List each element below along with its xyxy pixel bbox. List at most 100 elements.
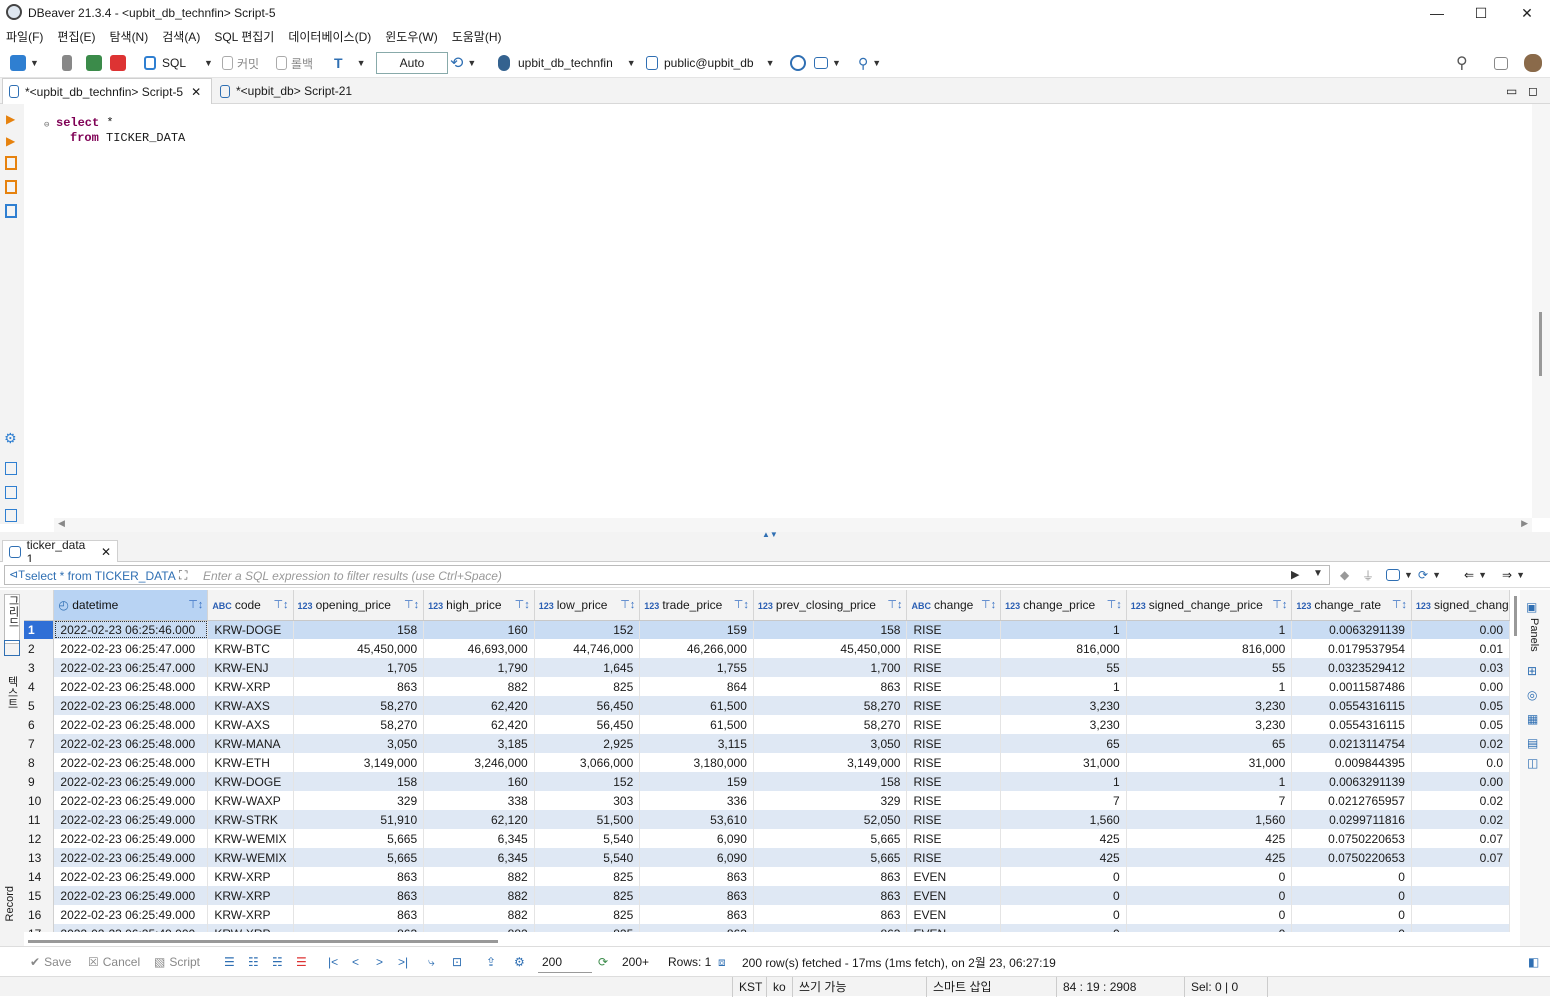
- metadata-panel-icon[interactable]: ◎: [1527, 688, 1537, 702]
- table-cell[interactable]: 0.0213114754: [1291, 734, 1412, 753]
- disconnect-button[interactable]: [110, 48, 126, 78]
- table-cell[interactable]: 0.03: [1411, 658, 1510, 677]
- table-cell[interactable]: 0.0554316115: [1291, 715, 1412, 734]
- table-cell[interactable]: 6,345: [423, 848, 535, 867]
- table-cell[interactable]: RISE: [906, 734, 1002, 753]
- table-cell[interactable]: [1411, 924, 1510, 932]
- last-page-button[interactable]: >|: [398, 947, 408, 977]
- fetch-settings-button[interactable]: ⚙: [514, 947, 525, 977]
- first-page-button[interactable]: |<: [328, 947, 338, 977]
- grid-horizontal-scrollbar[interactable]: [24, 932, 1510, 946]
- row-number[interactable]: 6: [24, 715, 55, 734]
- text-view-tab[interactable]: 텍스트: [4, 676, 20, 736]
- table-row[interactable]: 172022-02-23 06:25:49.000KRW-XRP86388282…: [24, 924, 1510, 932]
- maximize-editor-button[interactable]: ◻: [1522, 78, 1544, 104]
- filter-sort-icon[interactable]: ⊤↕: [1272, 598, 1287, 611]
- table-cell[interactable]: 0.07: [1411, 829, 1510, 848]
- table-cell[interactable]: 882: [423, 886, 535, 905]
- table-row[interactable]: 4 2022-02-23 06:25:48.000 KRW-XRP 863 882 825…: [24, 677, 1510, 696]
- table-cell[interactable]: 58,270: [753, 696, 908, 715]
- table-cell[interactable]: 58,270: [753, 715, 908, 734]
- table-cell[interactable]: 0.01: [1411, 639, 1510, 658]
- table-cell[interactable]: 159: [639, 620, 754, 639]
- table-cell[interactable]: 44,746,000: [534, 639, 641, 658]
- global-search-button[interactable]: ⚲: [1456, 48, 1468, 78]
- column-header-datetime[interactable]: ◴ datetime ⊤↕: [53, 590, 209, 621]
- erase-filter-button[interactable]: ◆: [1340, 562, 1349, 588]
- table-cell[interactable]: 2022-02-23 06:25:49.000: [53, 772, 209, 791]
- table-row[interactable]: 3 2022-02-23 06:25:47.000 KRW-ENJ 1,705 1,79…: [24, 658, 1510, 677]
- table-cell[interactable]: 425: [1000, 829, 1127, 848]
- table-cell[interactable]: 2022-02-23 06:25:49.000: [53, 867, 209, 886]
- fetch-more-button[interactable]: 200+: [622, 947, 649, 977]
- table-cell[interactable]: 158: [293, 620, 425, 639]
- table-cell[interactable]: 31,000: [1000, 753, 1127, 772]
- table-cell[interactable]: 3,230: [1126, 696, 1293, 715]
- table-cell[interactable]: KRW-ETH: [207, 753, 294, 772]
- table-cell[interactable]: RISE: [906, 810, 1002, 829]
- table-cell[interactable]: [1411, 867, 1510, 886]
- close-icon[interactable]: ✕: [101, 545, 111, 559]
- settings-gear-icon[interactable]: ⚙: [4, 430, 17, 447]
- table-cell[interactable]: 863: [753, 677, 908, 696]
- table-cell[interactable]: 2022-02-23 06:25:49.000: [53, 791, 209, 810]
- tools-button[interactable]: ▼: [814, 48, 841, 78]
- script-button[interactable]: ▧ Script: [154, 947, 200, 977]
- table-cell[interactable]: 863: [639, 886, 754, 905]
- table-cell[interactable]: 2022-02-23 06:25:48.000: [53, 753, 209, 772]
- table-cell[interactable]: KRW-MANA: [207, 734, 294, 753]
- table-cell[interactable]: 863: [293, 886, 425, 905]
- table-cell[interactable]: 5,540: [534, 848, 641, 867]
- rollback-button[interactable]: 롤백: [276, 48, 313, 78]
- table-cell[interactable]: RISE: [906, 791, 1002, 810]
- editor-horizontal-scrollbar[interactable]: ◀ ▶: [54, 518, 1532, 532]
- table-cell[interactable]: 2022-02-23 06:25:49.000: [53, 848, 209, 867]
- table-cell[interactable]: 62,420: [423, 696, 535, 715]
- filter-sort-icon[interactable]: ⊤↕: [1392, 598, 1407, 611]
- table-cell[interactable]: 825: [534, 867, 641, 886]
- table-cell[interactable]: KRW-XRP: [207, 867, 294, 886]
- table-cell[interactable]: 65: [1000, 734, 1127, 753]
- table-row[interactable]: 15 2022-02-23 06:25:49.000 KRW-XRP 863 882 82…: [24, 886, 1510, 905]
- table-cell[interactable]: 2022-02-23 06:25:48.000: [53, 696, 209, 715]
- table-cell[interactable]: 31,000: [1126, 753, 1293, 772]
- table-cell[interactable]: 6,345: [423, 829, 535, 848]
- table-cell[interactable]: 58,270: [293, 696, 425, 715]
- table-cell[interactable]: KRW-AXS: [207, 696, 294, 715]
- table-cell[interactable]: 1: [1000, 620, 1127, 639]
- row-number[interactable]: 16: [24, 905, 55, 924]
- table-cell[interactable]: 336: [639, 791, 754, 810]
- row-number[interactable]: 2: [24, 639, 55, 658]
- table-cell[interactable]: 0.05: [1411, 696, 1510, 715]
- grid-vertical-scrollbar[interactable]: [1510, 590, 1520, 946]
- table-cell[interactable]: 158: [753, 620, 908, 639]
- table-cell[interactable]: 53,610: [639, 810, 754, 829]
- row-number[interactable]: 9: [24, 772, 55, 791]
- table-cell[interactable]: KRW-AXS: [207, 715, 294, 734]
- table-cell[interactable]: 0: [1291, 924, 1412, 932]
- table-cell[interactable]: KRW-DOGE: [207, 620, 294, 639]
- search-button[interactable]: ⚲ ▼: [858, 48, 881, 78]
- column-header-prev-closing-price[interactable]: 123 prev_closing_price ⊤↕: [753, 590, 908, 621]
- table-cell[interactable]: 825: [534, 905, 641, 924]
- table-cell[interactable]: 0.0: [1411, 753, 1510, 772]
- table-cell[interactable]: 2022-02-23 06:25:48.000: [53, 734, 209, 753]
- column-header-code[interactable]: ABC code ⊤↕: [207, 590, 294, 621]
- menu-sql-editor[interactable]: SQL 편집기: [214, 26, 274, 48]
- connect-button[interactable]: [62, 48, 72, 78]
- table-cell[interactable]: 51,910: [293, 810, 425, 829]
- table-cell[interactable]: RISE: [906, 658, 1002, 677]
- table-row[interactable]: 1 2022-02-23 06:25:46.000 KRW-DOGE 158 160 15…: [24, 620, 1510, 639]
- table-row[interactable]: 10 2022-02-23 06:25:49.000 KRW-WAXP 329 338 3…: [24, 791, 1510, 810]
- table-cell[interactable]: 0: [1126, 924, 1293, 932]
- table-cell[interactable]: 882: [423, 905, 535, 924]
- table-row[interactable]: 2 2022-02-23 06:25:47.000 KRW-BTC 45,450,00…: [24, 639, 1510, 658]
- table-cell[interactable]: 0.00: [1411, 772, 1510, 791]
- table-cell[interactable]: 55: [1000, 658, 1127, 677]
- table-cell[interactable]: 0: [1291, 867, 1412, 886]
- panel-splitter[interactable]: ▲▼: [0, 530, 1550, 540]
- table-row[interactable]: 12 2022-02-23 06:25:49.000 KRW-WEMIX 5,665 6…: [24, 829, 1510, 848]
- table-cell[interactable]: 863: [293, 905, 425, 924]
- save-button[interactable]: ✔ Save: [30, 947, 71, 977]
- table-cell[interactable]: 0.0063291139: [1291, 772, 1412, 791]
